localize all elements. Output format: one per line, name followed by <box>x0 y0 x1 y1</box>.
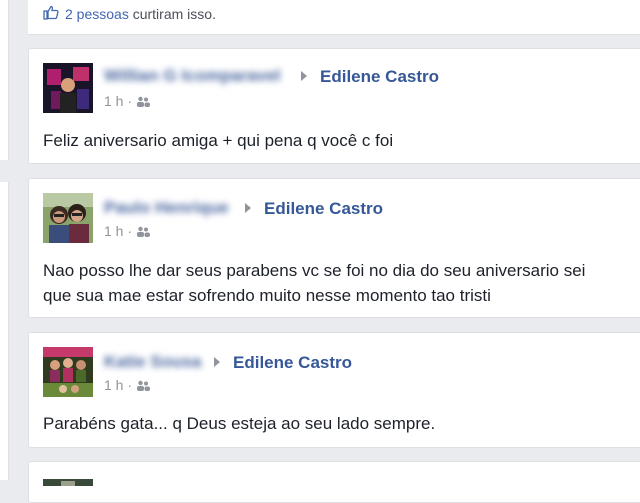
avatar[interactable] <box>43 476 93 486</box>
post-message: Parabéns gata... q Deus esteja ao seu la… <box>43 414 436 433</box>
thumbs-up-icon[interactable] <box>43 4 59 20</box>
post-author[interactable]: Katie Sousa <box>104 352 201 372</box>
wall-post: Katie Sousa Edilene Castro 1 h · Parabén… <box>28 332 640 448</box>
avatar[interactable] <box>43 347 93 397</box>
wall-post: Willian G Icomparavel Edilene Castro 1 h… <box>28 48 640 164</box>
post-message: Nao posso lhe dar seus parabens vc se fo… <box>43 258 640 308</box>
avatar[interactable] <box>43 193 93 243</box>
likers-suffix: curtiram isso. <box>132 6 216 22</box>
likers-link[interactable]: 2 pessoas <box>65 6 129 22</box>
triangle-right-icon <box>214 357 220 367</box>
post-author[interactable]: Willian G Icomparavel <box>104 66 281 86</box>
post-timestamp[interactable]: 1 h · <box>104 223 132 239</box>
like-summary-bar: 2 pessoas curtiram isso. <box>28 0 640 35</box>
avatar[interactable] <box>43 63 93 113</box>
post-timestamp[interactable]: 1 h · <box>104 377 132 393</box>
wall-post: Paulo Henrique Edilene Castro 1 h · Nao … <box>28 178 640 318</box>
friends-icon[interactable] <box>136 380 150 391</box>
post-author[interactable]: Paulo Henrique <box>104 198 229 218</box>
post-target[interactable]: Edilene Castro <box>233 353 352 373</box>
post-message: Feliz aniversario amiga + qui pena q voc… <box>43 131 394 150</box>
left-card <box>0 182 9 480</box>
triangle-right-icon <box>301 71 307 81</box>
post-message-line: Nao posso lhe dar seus parabens vc se fo… <box>43 261 586 280</box>
post-target[interactable]: Edilene Castro <box>264 199 383 219</box>
triangle-right-icon <box>245 203 251 213</box>
like-summary-text: 2 pessoas curtiram isso. <box>65 6 216 22</box>
friends-icon[interactable] <box>136 96 150 107</box>
left-card <box>0 0 9 160</box>
post-timestamp[interactable]: 1 h · <box>104 93 132 109</box>
post-message-line: que sua mae estar sofrendo muito nesse m… <box>43 286 491 305</box>
wall-post <box>28 461 640 503</box>
friends-icon[interactable] <box>136 226 150 237</box>
post-target[interactable]: Edilene Castro <box>320 67 439 87</box>
